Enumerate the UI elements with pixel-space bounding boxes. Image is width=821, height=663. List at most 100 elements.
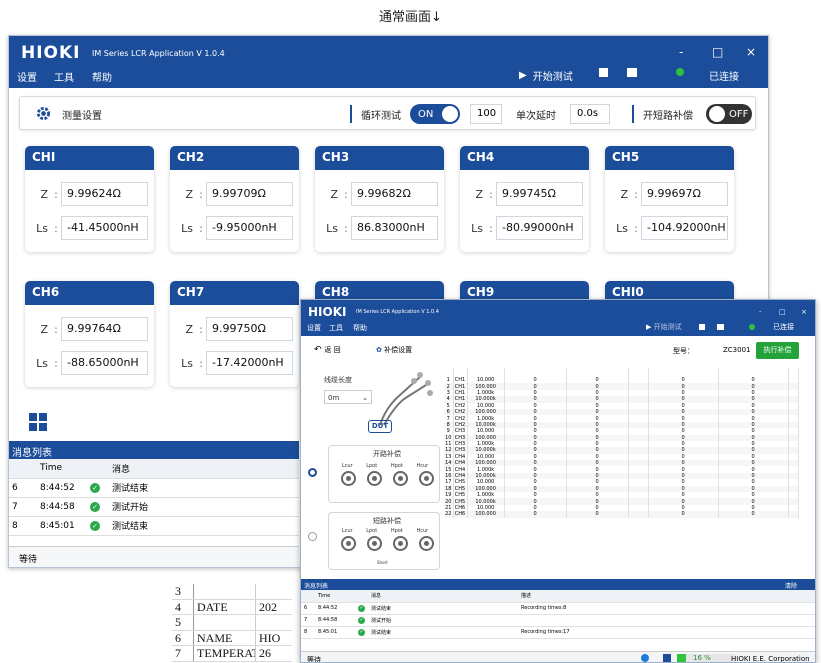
clear-button[interactable]: 清除 (785, 581, 797, 590)
back-button[interactable]: ↶ 返 回 (314, 345, 341, 355)
channel-row: Ls: -104.92000nH (605, 216, 728, 240)
sheet-cell[interactable]: HIO (256, 631, 292, 646)
message-status: ✓ (87, 478, 109, 498)
channel-row: Ls: -80.99000nH (460, 216, 583, 240)
message-list: 消息列表 Time 消息 6 8:44:52 ✓ 测试结束 7 8:44:58 ✓ 测试开始 8 8… (9, 441, 299, 536)
col-time: Time (315, 590, 355, 603)
connector-icon (392, 536, 408, 551)
menu-settings[interactable]: 设置 (307, 323, 321, 333)
colon: : (54, 322, 58, 336)
maximize-button[interactable]: □ (712, 45, 723, 59)
close-button[interactable]: × (801, 308, 807, 316)
stop-icon[interactable] (699, 324, 705, 330)
close-button[interactable]: × (746, 45, 756, 59)
terminal-label: Lpot (366, 528, 378, 534)
param-label: Z (185, 187, 193, 201)
sheet-cell[interactable]: 202 (256, 600, 292, 615)
gear-icon[interactable] (36, 106, 51, 121)
table-cell: 0 (566, 511, 629, 518)
cable-length-value: 0m (328, 394, 340, 402)
message-row[interactable]: 7 8:44:58 ✓ 测试开始 (301, 614, 815, 627)
compensation-settings[interactable]: ✿ 补偿设置 (376, 345, 412, 355)
table-cell: CH2 (453, 421, 468, 429)
menu-tools[interactable]: 工具 (329, 323, 343, 333)
sheet-row: 4 DATE 202 (172, 599, 292, 615)
save-button[interactable] (627, 68, 637, 77)
table-cell (628, 511, 649, 518)
row-number: 5 (172, 615, 194, 630)
delay-input[interactable]: 0.0s (570, 104, 610, 124)
compensation-label: 开短路补偿 (643, 111, 693, 122)
table-cell: 0 (718, 511, 789, 518)
message-row[interactable]: 8 8:45:01 ✓ 测试结束 Recording times:17 (301, 626, 815, 639)
sheet-cell[interactable]: TEMPERATUI (194, 646, 256, 661)
help-icon[interactable] (641, 654, 649, 662)
loop-count-input[interactable]: 100 (470, 104, 502, 124)
minimize-button[interactable]: - (679, 45, 683, 59)
message-row[interactable]: 6 8:44:52 ✓ 测试结束 Recording times:8 (301, 602, 815, 615)
value-field: 9.99764Ω (61, 317, 148, 341)
table-row[interactable]: 22 CH6 100.000 0 0 0 0 (444, 511, 799, 518)
channel-card: CH6 Z:9.99764Ω Ls: -88.65000nH (25, 281, 154, 387)
maximize-button[interactable]: □ (779, 308, 786, 316)
channel-row: Z:9.99750Ω (170, 317, 293, 341)
message-id: 7 (301, 614, 315, 627)
message-description: Recording times:17 (518, 626, 815, 639)
sheet-cell[interactable]: NAME (194, 630, 256, 645)
sheet-cell[interactable] (194, 584, 256, 599)
message-list-title: 消息列表 (304, 583, 329, 590)
channel-header: CH3 (315, 146, 444, 170)
start-test-button[interactable]: ▶ 开始测试 (519, 68, 573, 83)
sheet-row: 5 (172, 615, 292, 631)
stop-button[interactable] (599, 68, 608, 77)
minimize-button[interactable]: - (759, 308, 762, 316)
model-value: ZC3001 (723, 346, 751, 354)
value-field: 9.99624Ω (61, 182, 148, 206)
sheet-cell[interactable] (256, 584, 292, 599)
cable-length-select[interactable]: 0m ⌄ (324, 390, 372, 404)
channel-row: Z:9.99697Ω (605, 182, 728, 206)
open-comp-radio[interactable] (308, 468, 317, 477)
table-header: ID (444, 368, 454, 377)
apps-grid-icon[interactable] (29, 413, 47, 431)
row-number: 3 (172, 584, 194, 599)
colon: : (54, 187, 58, 201)
message-row[interactable]: 7 8:44:58 ✓ 测试开始 (9, 497, 299, 517)
spreadsheet-fragment: 34DATE20256NAMEHIO7TEMPERATUI26 (172, 584, 292, 663)
table-cell: CH2 (453, 415, 468, 422)
menu-help[interactable]: 帮助 (353, 323, 367, 333)
cable-length-label: 线缆长度 (324, 376, 352, 384)
sheet-cell[interactable] (256, 615, 292, 630)
start-test-button[interactable]: ▶ 开始测试 (646, 322, 682, 332)
menu-help[interactable]: 帮助 (92, 69, 112, 84)
message-id: 8 (9, 516, 37, 536)
compensation-toggle[interactable]: OFF (706, 104, 752, 124)
short-comp-radio[interactable] (308, 532, 317, 541)
table-cell: CH1 (453, 377, 468, 384)
menu-tools[interactable]: 工具 (54, 69, 74, 84)
sheet-cell[interactable]: DATE (194, 599, 256, 614)
param-label: Z (475, 187, 483, 201)
sheet-cell[interactable] (194, 615, 256, 630)
loop-test-toggle[interactable]: ON (410, 104, 460, 124)
table-cell: CH2 (453, 402, 468, 409)
channel-row: Ls: -9.95000nH (170, 216, 293, 240)
run-compensation-button[interactable]: 执行补偿 (756, 342, 799, 359)
sheet-cell[interactable]: 26 (256, 646, 292, 661)
save-icon[interactable] (717, 324, 724, 330)
menu-settings[interactable]: 设置 (17, 69, 37, 84)
value-field: -17.42000nH (206, 351, 293, 375)
channel-card: CH7 Z:9.99750Ω Ls: -17.42000nH (170, 281, 299, 387)
message-row[interactable]: 6 8:44:52 ✓ 测试结束 (9, 478, 299, 498)
separator (350, 105, 352, 123)
message-list: 消息列表 清除 Time 消息 描述 6 8:44:52 ✓ 测试结束 Recording … (301, 579, 815, 639)
app-title: IM Series LCR Application V 1.0.4 (92, 49, 225, 58)
loop-test-label: 循环测试 (361, 111, 401, 122)
channel-card: CH3 Z:9.99682Ω Ls:86.83000nH (315, 146, 444, 252)
connector-icon (418, 471, 434, 486)
message-row[interactable]: 8 8:45:01 ✓ 测试结束 (9, 516, 299, 536)
message-text: 测试结束 (109, 516, 299, 536)
colon: : (54, 356, 58, 370)
channel-header: CH5 (605, 146, 734, 170)
channel-row: Ls: -41.45000nH (25, 216, 148, 240)
